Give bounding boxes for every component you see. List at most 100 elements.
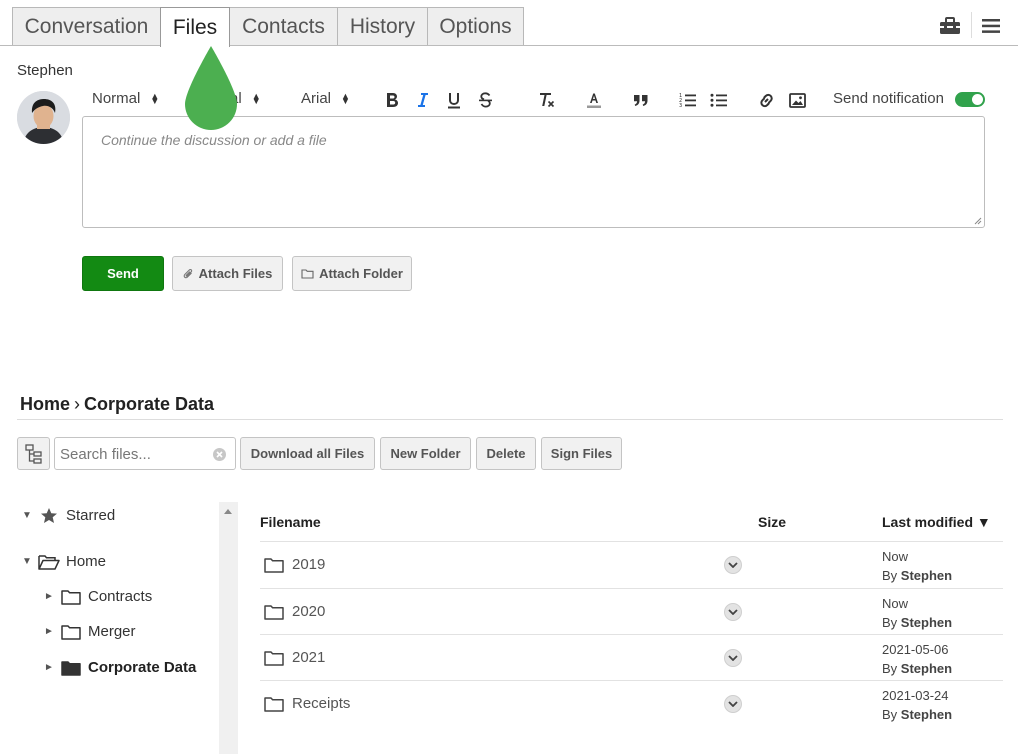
- attach-folder-button[interactable]: Attach Folder: [292, 256, 412, 291]
- tree-item-contracts[interactable]: ► Contracts: [44, 588, 152, 605]
- search-box: [54, 437, 236, 470]
- tree-scrollbar[interactable]: [219, 502, 238, 754]
- tree-item-label: Corporate Data: [88, 659, 197, 676]
- last-modified-cell: 2021-03-24 By Stephen: [882, 686, 952, 724]
- toolbar-divider: [971, 12, 972, 38]
- folder-open-icon: [38, 554, 60, 570]
- tab-conversation[interactable]: Conversation: [12, 7, 161, 45]
- expand-arrow-icon[interactable]: ►: [44, 662, 54, 673]
- breadcrumb: Home › Corporate Data: [20, 394, 214, 415]
- file-name[interactable]: Receipts: [264, 695, 350, 712]
- expand-arrow-icon[interactable]: ▼: [22, 556, 32, 567]
- text-color-icon[interactable]: [581, 87, 607, 113]
- expand-arrow-icon[interactable]: ►: [44, 626, 54, 637]
- modified-by-prefix: By: [882, 661, 898, 676]
- tab-files[interactable]: Files: [160, 7, 230, 47]
- file-name-label: 2019: [292, 556, 326, 573]
- bold-icon[interactable]: [379, 87, 405, 113]
- attach-files-label: Attach Files: [198, 266, 273, 281]
- sign-files-button[interactable]: Sign Files: [541, 437, 622, 470]
- tree-item-label: Home: [66, 553, 107, 570]
- table-row[interactable]: 2019 Now By Stephen: [260, 541, 1003, 587]
- folder-icon: [60, 624, 82, 640]
- message-editor[interactable]: Continue the discussion or add a file: [82, 116, 985, 228]
- new-folder-label: New Folder: [390, 446, 461, 461]
- tree-item-starred[interactable]: ▼ Starred: [22, 507, 115, 524]
- new-folder-button[interactable]: New Folder: [380, 437, 471, 470]
- file-name-label: 2021: [292, 649, 326, 666]
- download-all-label: Download all Files: [250, 446, 365, 461]
- column-header-filename[interactable]: Filename: [260, 514, 321, 530]
- file-name[interactable]: 2020: [264, 603, 325, 620]
- sign-files-label: Sign Files: [550, 446, 613, 461]
- italic-icon[interactable]: [410, 87, 436, 113]
- tab-options[interactable]: Options: [427, 7, 524, 45]
- table-row[interactable]: 2021 2021-05-06 By Stephen: [260, 634, 1003, 680]
- modified-date: 2021-05-06: [882, 642, 949, 657]
- folder-icon: [264, 604, 284, 620]
- tree-item-label: Starred: [66, 507, 116, 524]
- search-input[interactable]: [60, 444, 200, 464]
- row-menu-chevron-icon[interactable]: [724, 603, 742, 621]
- underline-icon[interactable]: [441, 87, 467, 113]
- clear-format-icon[interactable]: [534, 87, 560, 113]
- breadcrumb-divider: [17, 419, 1003, 420]
- modified-by-user: Stephen: [900, 707, 953, 722]
- download-all-files-button[interactable]: Download all Files: [240, 437, 375, 470]
- row-menu-chevron-icon[interactable]: [724, 695, 742, 713]
- font-select[interactable]: Arial ▲ ▼: [301, 90, 350, 107]
- tree-item-home[interactable]: ▼ Home: [22, 553, 106, 570]
- file-name[interactable]: 2021: [264, 649, 325, 666]
- pointer-marker-icon: [185, 46, 237, 130]
- font-select-value: Arial: [301, 90, 332, 107]
- modified-date: Now: [882, 596, 909, 611]
- row-menu-chevron-icon[interactable]: [724, 649, 742, 667]
- tree-item-merger[interactable]: ► Merger: [44, 623, 136, 640]
- attach-files-button[interactable]: Attach Files: [172, 256, 283, 291]
- row-menu-chevron-icon[interactable]: [724, 556, 742, 574]
- column-header-size[interactable]: Size: [758, 514, 786, 530]
- send-button[interactable]: Send: [82, 256, 164, 291]
- attach-folder-label: Attach Folder: [319, 266, 403, 281]
- send-notification-toggle[interactable]: [955, 92, 985, 107]
- svg-text:3: 3: [679, 103, 682, 108]
- select-arrows-icon: ▲ ▼: [150, 90, 160, 106]
- send-notification-label: Send notification: [833, 90, 944, 107]
- tab-history[interactable]: History: [337, 7, 428, 45]
- file-name-label: Receipts: [292, 695, 351, 712]
- hamburger-menu-icon[interactable]: [979, 14, 1003, 38]
- image-icon[interactable]: [784, 87, 810, 113]
- format-select-value: Normal: [92, 90, 141, 107]
- folder-icon: [60, 589, 82, 605]
- tab-contacts[interactable]: Contacts: [229, 7, 338, 45]
- folder-icon: [264, 650, 284, 666]
- file-name[interactable]: 2019: [264, 556, 325, 573]
- tree-item-corporate-data[interactable]: ► Corporate Data: [44, 659, 196, 676]
- link-icon[interactable]: [753, 87, 779, 113]
- breadcrumb-home[interactable]: Home: [20, 394, 70, 415]
- bullet-list-icon[interactable]: [706, 87, 732, 113]
- last-modified-label: Last modified: [882, 514, 974, 530]
- format-select[interactable]: Normal ▲ ▼: [92, 90, 159, 107]
- clear-search-icon[interactable]: [212, 447, 227, 462]
- blockquote-icon[interactable]: [628, 87, 654, 113]
- last-modified-cell: Now By Stephen: [882, 547, 952, 585]
- table-row[interactable]: Receipts 2021-03-24 By Stephen: [260, 680, 1003, 726]
- modified-by-user: Stephen: [900, 661, 953, 676]
- table-row[interactable]: 2020 Now By Stephen: [260, 588, 1003, 634]
- scroll-up-arrow-icon[interactable]: [224, 509, 232, 514]
- expand-arrow-icon[interactable]: ▼: [22, 510, 32, 521]
- ordered-list-icon[interactable]: 123: [675, 87, 701, 113]
- toggle-tree-button[interactable]: [17, 437, 50, 470]
- editor-placeholder: Continue the discussion or add a file: [101, 132, 327, 148]
- author-name: Stephen: [17, 62, 73, 79]
- column-header-last-modified[interactable]: Last modified ▼: [882, 514, 991, 530]
- modified-date: 2021-03-24: [882, 688, 949, 703]
- select-arrows-icon: ▲ ▼: [251, 90, 261, 106]
- delete-button[interactable]: Delete: [476, 437, 536, 470]
- toolbox-icon[interactable]: [938, 14, 962, 38]
- folder-outline-icon: [301, 269, 314, 279]
- expand-arrow-icon[interactable]: ►: [44, 591, 54, 602]
- strikethrough-icon[interactable]: [472, 87, 498, 113]
- resize-grip-icon[interactable]: [974, 217, 982, 225]
